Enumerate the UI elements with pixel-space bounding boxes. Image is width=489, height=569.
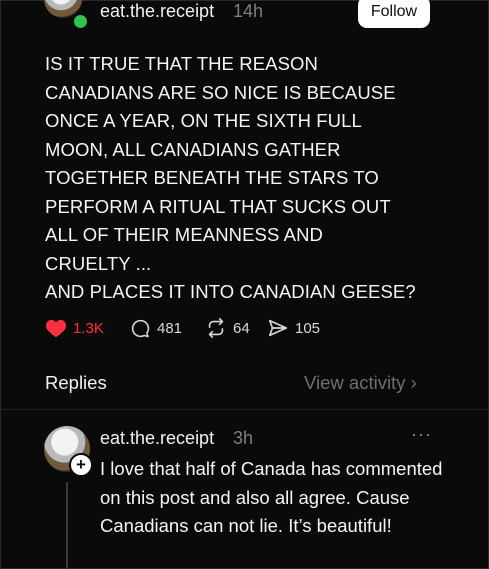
like-button[interactable]: 1.3K bbox=[45, 316, 104, 340]
follow-button[interactable]: Follow bbox=[358, 0, 430, 28]
like-count: 1.3K bbox=[73, 319, 104, 337]
replies-heading: Replies bbox=[45, 372, 107, 393]
repost-button[interactable]: 64 bbox=[205, 316, 250, 340]
chevron-right-icon: › bbox=[410, 372, 417, 393]
post-actions: 1.3K 481 64 105 bbox=[45, 316, 445, 340]
follow-plus-icon[interactable]: + bbox=[69, 453, 93, 477]
share-button[interactable]: 105 bbox=[267, 316, 320, 340]
more-icon[interactable]: ··· bbox=[411, 424, 432, 445]
view-activity-label: View activity bbox=[304, 372, 406, 393]
reply-timestamp: 3h bbox=[233, 428, 254, 448]
comment-bubble-icon bbox=[131, 319, 150, 337]
view-activity-link[interactable]: View activity › bbox=[304, 372, 417, 394]
send-icon bbox=[268, 319, 288, 337]
thread-line bbox=[66, 482, 68, 569]
reply-username[interactable]: eat.the.receipt bbox=[100, 428, 214, 449]
post-timestamp: 14h bbox=[233, 1, 264, 21]
repost-count: 64 bbox=[233, 319, 250, 337]
post-text: IS IT TRUE THAT THE REASON CANADIANS ARE… bbox=[45, 53, 416, 302]
section-divider bbox=[0, 409, 489, 410]
comment-button[interactable]: 481 bbox=[130, 316, 182, 340]
share-count: 105 bbox=[295, 319, 321, 337]
post-username[interactable]: eat.the.receipt bbox=[100, 1, 214, 22]
comment-count: 481 bbox=[157, 319, 183, 337]
heart-icon bbox=[45, 319, 67, 338]
repost-icon bbox=[208, 318, 224, 338]
online-status-icon bbox=[72, 13, 89, 30]
reply-text: I love that half of Canada has commented… bbox=[100, 458, 443, 536]
